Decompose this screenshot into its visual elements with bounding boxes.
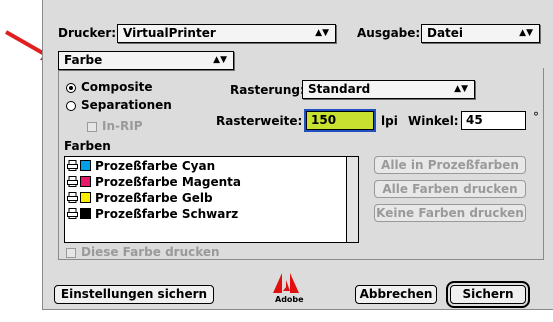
printer-icon (67, 176, 78, 187)
updown-arrows-icon: ▲▼ (519, 28, 533, 38)
composite-radio[interactable] (66, 83, 76, 93)
save-button[interactable]: Sichern (446, 281, 530, 308)
color-name: Prozeßfarbe Cyan (95, 159, 216, 173)
print-this-color-checkbox[interactable] (66, 248, 76, 258)
inrip-label: In-RIP (102, 119, 143, 133)
all-process-button[interactable]: Alle in Prozeßfarben (374, 156, 526, 174)
color-swatch (80, 176, 91, 187)
separations-label: Separationen (81, 98, 172, 112)
list-item[interactable]: Prozeßfarbe Schwarz (65, 206, 345, 222)
color-name: Prozeßfarbe Gelb (95, 191, 213, 205)
screening-value: Standard (308, 82, 371, 96)
color-name: Prozeßfarbe Schwarz (95, 207, 239, 221)
adobe-logo-text: Adobe (275, 295, 304, 304)
list-item[interactable]: Prozeßfarbe Magenta (65, 174, 345, 190)
cancel-button[interactable]: Abbrechen (355, 285, 437, 304)
color-name: Prozeßfarbe Magenta (95, 175, 241, 189)
printer-icon (67, 208, 78, 219)
printer-label: Drucker: (58, 26, 117, 40)
color-swatch (80, 208, 91, 219)
printer-select[interactable]: VirtualPrinter ▲▼ (117, 24, 336, 43)
section-select[interactable]: Farbe ▲▼ (58, 51, 234, 70)
separations-radio[interactable] (66, 101, 76, 111)
screening-select[interactable]: Standard ▲▼ (302, 80, 475, 99)
section-value: Farbe (64, 53, 103, 67)
save-settings-button[interactable]: Einstellungen sichern (54, 285, 214, 304)
printer-icon (67, 192, 78, 203)
colors-list[interactable]: Prozeßfarbe Cyan Prozeßfarbe Magenta Pro… (64, 156, 359, 243)
list-item[interactable]: Prozeßfarbe Cyan (65, 158, 345, 174)
list-item[interactable]: Prozeßfarbe Gelb (65, 190, 345, 206)
frequency-field[interactable]: 150 (304, 109, 376, 132)
color-swatch (80, 192, 91, 203)
angle-unit: ° (533, 110, 539, 124)
output-value: Datei (427, 26, 464, 40)
updown-arrows-icon: ▲▼ (315, 28, 329, 38)
print-all-colors-button[interactable]: Alle Farben drucken (374, 180, 526, 198)
frequency-unit: lpi (381, 114, 398, 128)
colors-label: Farben (64, 139, 111, 153)
list-scrollbar[interactable] (346, 157, 358, 242)
color-swatch (80, 160, 91, 171)
output-label: Ausgabe: (357, 26, 421, 40)
adobe-logo-icon (273, 273, 299, 293)
frequency-label: Rasterweite: (216, 114, 303, 128)
angle-field[interactable]: 45 (461, 111, 526, 130)
output-select[interactable]: Datei ▲▼ (421, 24, 540, 43)
print-this-color-label: Diese Farbe drucken (81, 245, 220, 259)
screening-label: Rasterung: (230, 83, 305, 97)
updown-arrows-icon: ▲▼ (454, 84, 468, 94)
composite-label: Composite (81, 80, 153, 94)
printer-value: VirtualPrinter (123, 26, 216, 40)
updown-arrows-icon: ▲▼ (213, 55, 227, 65)
angle-label: Winkel: (408, 114, 459, 128)
printer-icon (67, 160, 78, 171)
print-no-colors-button[interactable]: Keine Farben drucken (374, 204, 526, 222)
inrip-checkbox[interactable] (87, 122, 97, 132)
